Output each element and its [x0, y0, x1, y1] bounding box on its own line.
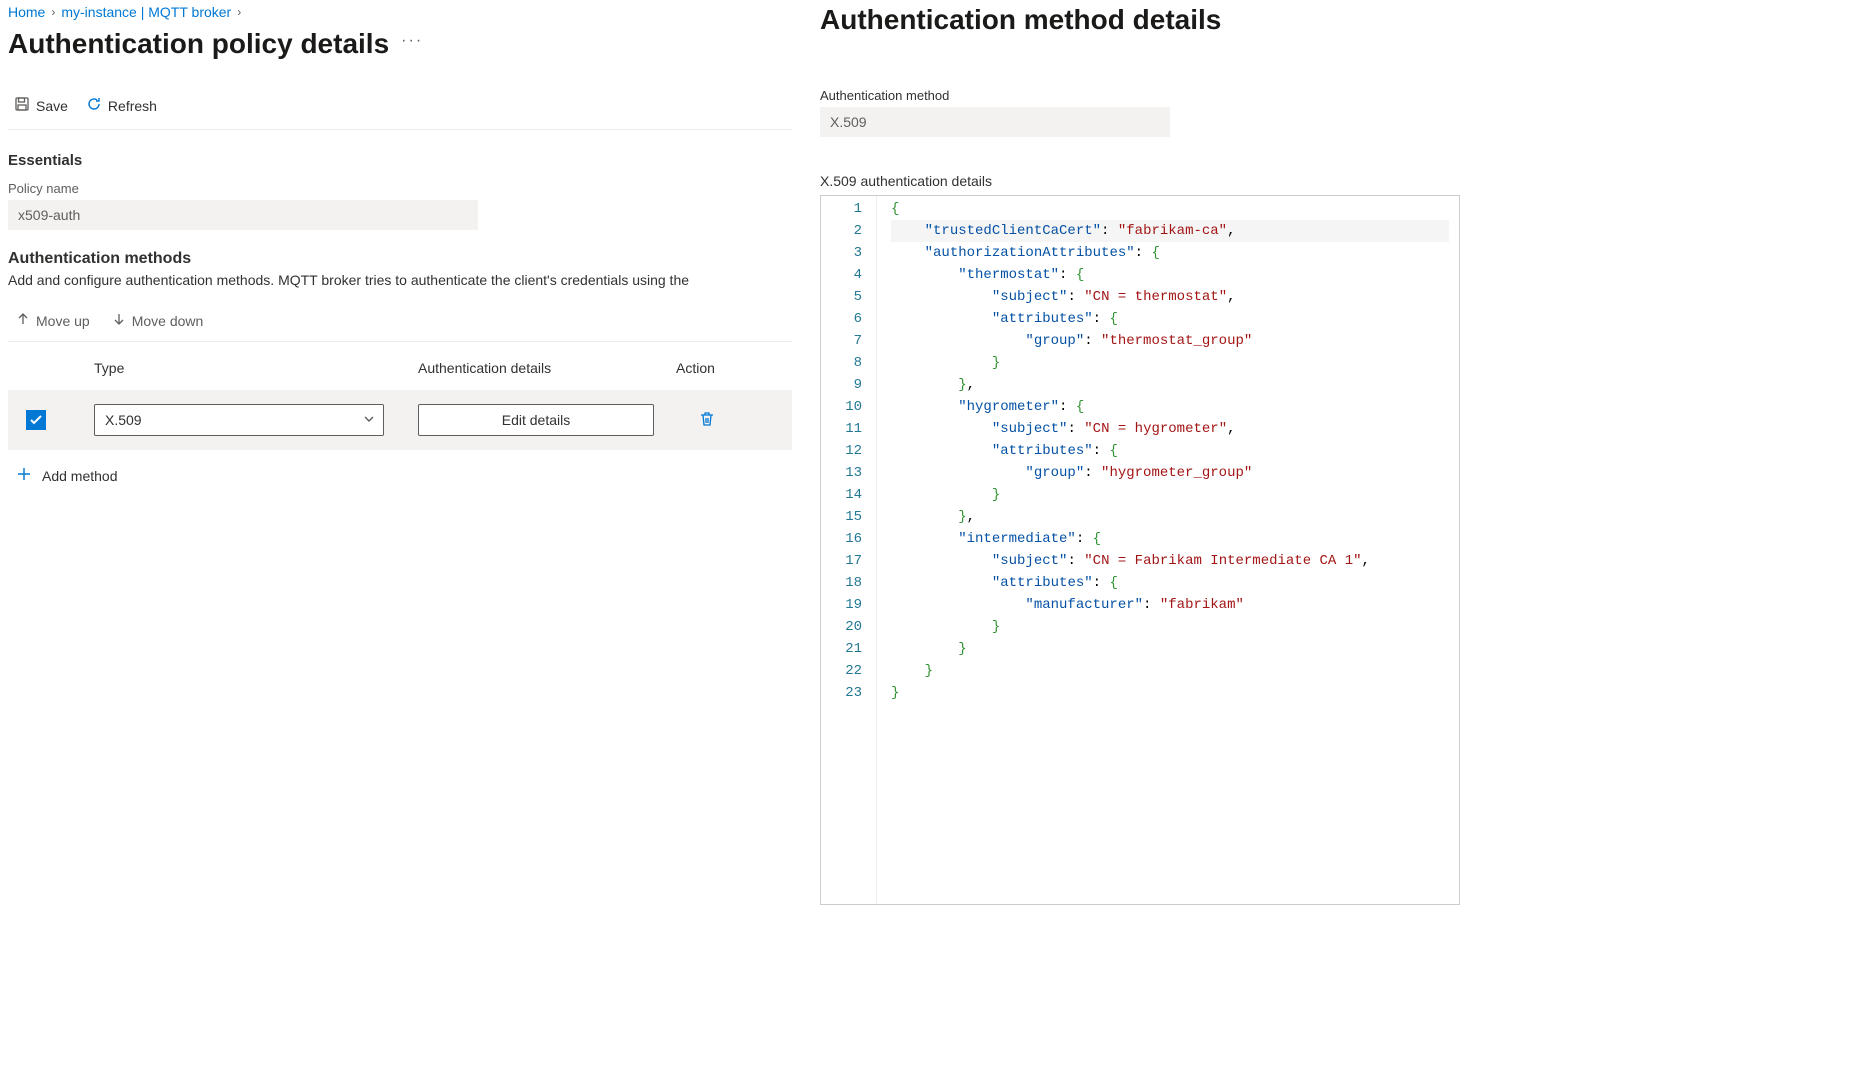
type-select[interactable]: X.509 [94, 404, 384, 436]
policy-name-label: Policy name [8, 181, 792, 196]
arrow-up-icon [16, 312, 30, 329]
breadcrumb-home[interactable]: Home [8, 4, 45, 20]
breadcrumb-instance[interactable]: my-instance | MQTT broker [61, 4, 231, 20]
methods-table-header: Type Authentication details Action [8, 342, 792, 390]
page-title: Authentication policy details [8, 28, 389, 60]
edit-details-label: Edit details [502, 412, 570, 428]
toolbar: Save Refresh [8, 88, 792, 130]
save-label: Save [36, 98, 68, 114]
column-action: Action [676, 360, 792, 376]
trash-icon [698, 415, 716, 431]
add-method-label: Add method [42, 468, 118, 484]
move-up-button[interactable]: Move up [16, 312, 90, 329]
edit-details-button[interactable]: Edit details [418, 404, 654, 436]
refresh-button[interactable]: Refresh [86, 96, 157, 115]
chevron-right-icon: › [51, 5, 55, 19]
policy-name-field: x509-auth [8, 200, 478, 230]
save-button[interactable]: Save [14, 96, 68, 115]
table-row: X.509 Edit details [8, 390, 792, 450]
row-checkbox[interactable] [26, 410, 46, 430]
essentials-section: Essentials Policy name x509-auth [8, 152, 792, 230]
column-type: Type [94, 360, 418, 376]
delete-row-button[interactable] [698, 415, 716, 431]
panel-title: Authentication method details [820, 4, 1848, 36]
auth-methods-description: Add and configure authentication methods… [8, 272, 792, 288]
arrow-down-icon [112, 312, 126, 329]
move-up-label: Move up [36, 313, 90, 329]
auth-methods-heading: Authentication methods [8, 250, 792, 268]
breadcrumb: Home › my-instance | MQTT broker › [8, 4, 792, 20]
essentials-heading: Essentials [8, 152, 792, 169]
auth-method-field: X.509 [820, 107, 1170, 137]
code-content[interactable]: { "trustedClientCaCert": "fabrikam-ca", … [877, 196, 1459, 904]
more-menu-button[interactable]: ··· [401, 32, 423, 56]
line-gutter: 1234567891011121314151617181920212223 [821, 196, 877, 904]
column-details: Authentication details [418, 360, 676, 376]
plus-icon [16, 466, 32, 485]
chevron-down-icon [363, 412, 375, 428]
move-down-label: Move down [132, 313, 204, 329]
auth-method-label: Authentication method [820, 88, 1848, 103]
move-down-button[interactable]: Move down [112, 312, 204, 329]
code-editor[interactable]: 1234567891011121314151617181920212223 { … [820, 195, 1460, 905]
refresh-label: Refresh [108, 98, 157, 114]
add-method-button[interactable]: Add method [8, 450, 126, 501]
main-pane: Home › my-instance | MQTT broker › Authe… [0, 0, 800, 1079]
refresh-icon [86, 96, 102, 115]
reorder-toolbar: Move up Move down [8, 304, 792, 342]
save-icon [14, 96, 30, 115]
type-select-value: X.509 [105, 412, 142, 428]
x509-details-label: X.509 authentication details [820, 173, 1848, 189]
details-panel: Authentication method details Authentica… [800, 0, 1868, 1079]
chevron-right-icon: › [237, 5, 241, 19]
